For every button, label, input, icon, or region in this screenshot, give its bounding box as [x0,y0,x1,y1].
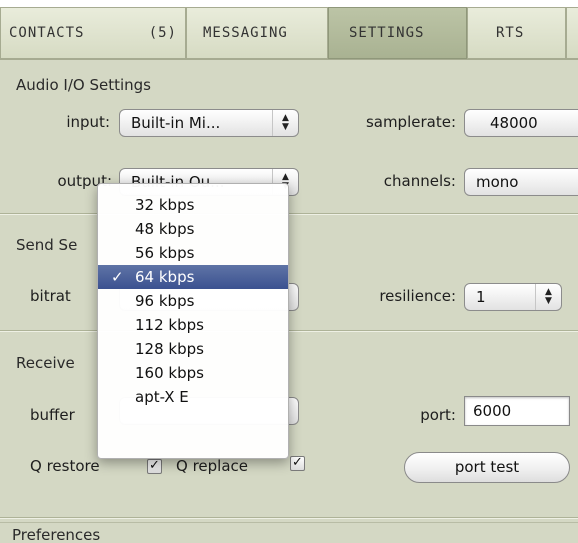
section-divider [0,330,578,332]
menu-item-label: 128 kbps [135,340,204,358]
menu-item-48kbps[interactable]: 48 kbps [98,217,288,241]
audio-io-title: Audio I/O Settings [16,76,151,94]
buffer-label: buffer [30,406,75,424]
menu-item-label: 56 kbps [135,244,195,262]
bitrate-menu: 32 kbps 48 kbps 56 kbps ✓ 64 kbps 96 kbp… [97,183,289,459]
bitrate-label: bitrat [30,287,71,305]
port-test-button[interactable]: port test [404,452,570,483]
menu-item-112kbps[interactable]: 112 kbps [98,313,288,337]
tab-contacts[interactable]: CONTACTS (5) [0,7,186,59]
menu-item-label: 48 kbps [135,220,195,238]
channels-label: channels: [383,172,456,190]
channels-value: mono [476,173,519,191]
tab-overflow[interactable] [566,7,578,59]
menu-item-64kbps[interactable]: ✓ 64 kbps [98,265,288,289]
tab-bar: CONTACTS (5) MESSAGING SETTINGS RTS [0,0,578,60]
input-device-value: Built-in Mi... [131,114,221,132]
menu-item-label: 64 kbps [135,268,195,286]
menu-item-32kbps[interactable]: 32 kbps [98,193,288,217]
tab-messaging[interactable]: MESSAGING [186,7,328,59]
samplerate-popup[interactable]: 48000 [464,109,578,137]
section-divider [0,517,578,519]
settings-panel: Audio I/O Settings input: Built-in Mi...… [0,59,578,543]
menu-item-label: 96 kbps [135,292,195,310]
resilience-label: resilience: [379,287,456,305]
receive-settings-title: Receive [16,354,75,372]
samplerate-label: samplerate: [365,113,456,131]
tab-rts-label: RTS [496,25,525,41]
menu-item-label: 160 kbps [135,364,204,382]
menu-item-label: 32 kbps [135,196,195,214]
send-settings-title: Send Se [16,236,78,254]
menu-item-aptx[interactable]: apt-X E [98,385,288,409]
q-restore-label: Q restore [30,457,100,475]
section-divider [0,522,578,524]
resilience-popup[interactable]: 1 ▲ ▼ [464,283,562,311]
menu-item-128kbps[interactable]: 128 kbps [98,337,288,361]
input-label: input: [66,113,110,131]
samplerate-value: 48000 [490,114,538,132]
menu-item-56kbps[interactable]: 56 kbps [98,241,288,265]
checkmark-icon: ✓ [111,268,124,286]
tab-messaging-label: MESSAGING [203,25,288,41]
menu-item-label: apt-X E [135,388,189,406]
menu-item-96kbps[interactable]: 96 kbps [98,289,288,313]
section-divider [0,213,578,215]
popup-arrows-icon: ▲▼ [535,284,561,310]
q-restore-checkbox[interactable]: ✓ [147,459,162,474]
q-replace-label: Q replace [176,457,248,475]
settings-window: CONTACTS (5) MESSAGING SETTINGS RTS Audi… [0,0,578,543]
tab-settings-label: SETTINGS [349,25,425,41]
port-label: port: [420,406,456,424]
resilience-value: 1 [476,288,486,306]
menu-item-label: 112 kbps [135,316,204,334]
menu-item-160kbps[interactable]: 160 kbps [98,361,288,385]
channels-popup[interactable]: mono [464,168,578,196]
preferences-title: Preferences [12,526,101,543]
port-field[interactable]: 6000 [464,396,570,426]
tab-rts[interactable]: RTS [467,7,566,59]
tab-settings[interactable]: SETTINGS [328,7,467,59]
tab-contacts-label: CONTACTS [9,25,85,41]
input-device-popup[interactable]: Built-in Mi... ▲ ▼ [119,109,299,137]
popup-arrows-icon: ▲▼ [272,110,298,136]
tab-contacts-count: (5) [148,25,177,41]
q-replace-checkbox[interactable]: ✓ [290,456,305,471]
